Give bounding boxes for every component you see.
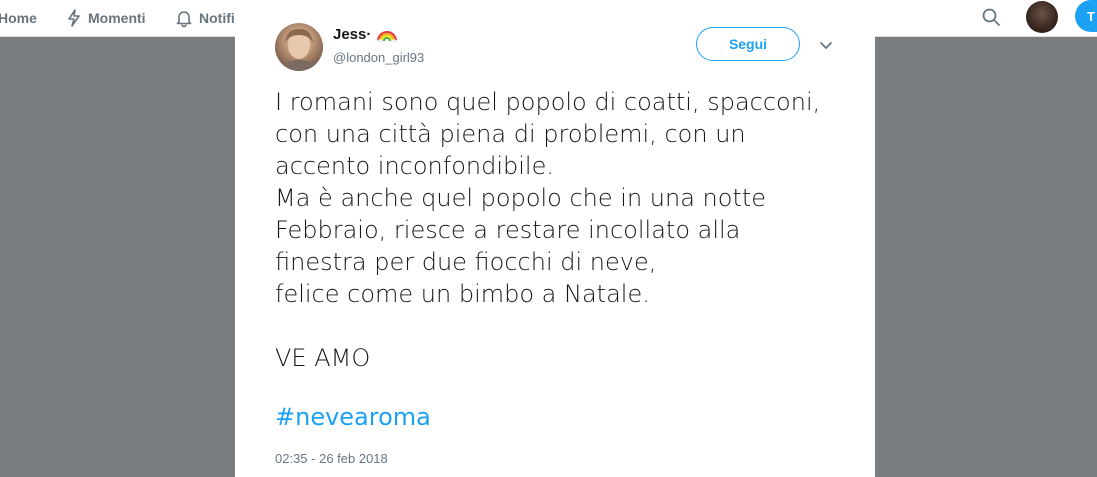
modal-backdrop-left[interactable]	[0, 37, 235, 477]
follow-button[interactable]: Segui	[696, 27, 800, 61]
modal-backdrop-right[interactable]	[875, 37, 1097, 477]
nav-item-label: Home	[0, 10, 37, 26]
author-display-name[interactable]: Jess·	[333, 25, 398, 43]
nav-item-label: Momenti	[88, 10, 146, 26]
author-handle[interactable]: @london_girl93	[333, 50, 424, 65]
rainbow-icon	[376, 25, 398, 43]
user-avatar[interactable]	[1026, 1, 1058, 33]
lightning-icon	[66, 9, 82, 27]
hashtag-link[interactable]: #nevearoma	[275, 403, 431, 431]
tweet-card: Jess· @london_girl93 Segui I romani sono…	[235, 0, 875, 477]
display-name-text: Jess·	[333, 25, 372, 43]
search-icon[interactable]	[980, 6, 1002, 28]
tweet-button[interactable]: T	[1075, 0, 1097, 32]
nav-item-home[interactable]: Home	[0, 0, 37, 36]
tweet-button-label: T	[1087, 8, 1095, 24]
bell-icon	[175, 9, 193, 27]
nav-item-label: Notifi	[199, 10, 235, 26]
author-avatar[interactable]	[275, 23, 323, 71]
chevron-down-icon[interactable]	[818, 38, 834, 54]
tweet-timestamp[interactable]: 02:35 - 26 feb 2018	[275, 451, 388, 466]
nav-item-notifications[interactable]: Notifi	[175, 0, 235, 36]
follow-button-label: Segui	[728, 36, 768, 52]
nav-item-moments[interactable]: Momenti	[66, 0, 146, 36]
tweet-text: I romani sono quel popolo di coatti, spa…	[275, 88, 821, 372]
